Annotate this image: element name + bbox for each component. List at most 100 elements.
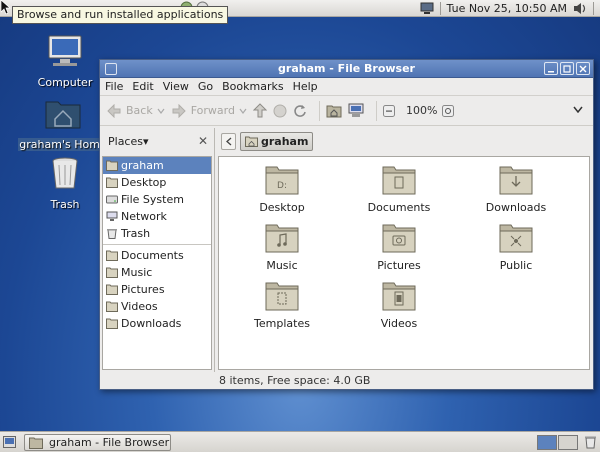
menu-view[interactable]: View [163, 80, 189, 93]
sidebar-item-label: Trash [121, 227, 151, 240]
path-back-button[interactable] [221, 132, 236, 150]
zoom-out-icon [382, 104, 395, 117]
home-button[interactable] [326, 104, 342, 118]
file-item-public[interactable]: Public [466, 221, 566, 272]
reload-button[interactable] [293, 104, 307, 118]
window-title: graham - File Browser [278, 62, 415, 75]
workspace-2[interactable] [558, 435, 578, 450]
sidebar-item-network[interactable]: Network [103, 208, 211, 225]
volume-icon[interactable] [573, 2, 587, 15]
file-item-templates[interactable]: Templates [232, 279, 332, 330]
close-sidebar-button[interactable]: ✕ [198, 134, 208, 148]
sidebar-item-label: File System [121, 193, 184, 206]
icon-view[interactable]: D: Desktop Documents Downloads Music Pic… [218, 156, 590, 370]
public-folder-icon [499, 224, 533, 253]
videos-folder-icon [382, 282, 416, 311]
forward-button[interactable]: Forward [171, 103, 247, 118]
zoom-out-button[interactable] [382, 104, 395, 117]
top-panel: Tue Nov 25, 10:50 AM Browse and run inst… [0, 0, 600, 24]
file-item-documents[interactable]: Documents [349, 163, 449, 214]
drive-icon [106, 195, 118, 204]
menu-edit[interactable]: Edit [132, 80, 153, 93]
sidebar-item-videos[interactable]: Videos [103, 298, 211, 315]
sidebar-item-graham[interactable]: graham [103, 157, 211, 174]
sidebar: Places▾ ✕ graham Desktop File System Net… [100, 128, 215, 372]
home-folder-icon [245, 136, 258, 147]
chevron-down-icon[interactable] [573, 106, 583, 113]
file-item-label: Desktop [259, 201, 305, 214]
sidebar-item-label: Documents [121, 249, 184, 262]
titlebar[interactable]: graham - File Browser [100, 60, 593, 78]
window-menu-button[interactable] [105, 63, 117, 75]
close-icon [579, 65, 587, 72]
stop-button[interactable] [273, 104, 287, 118]
workspace-1[interactable] [537, 435, 557, 450]
computer-icon [348, 103, 364, 117]
desktop-icon-trash[interactable]: Trash [20, 154, 110, 211]
taskbar-item-label: graham - File Browser [49, 436, 170, 449]
trash-icon[interactable] [584, 435, 597, 449]
desktop-icon-computer[interactable]: Computer [20, 32, 110, 89]
file-item-pictures[interactable]: Pictures [349, 221, 449, 272]
sidebar-item-music[interactable]: Music [103, 264, 211, 281]
menu-file[interactable]: File [105, 80, 123, 93]
sidebar-item-label: Videos [121, 300, 158, 313]
close-button[interactable] [576, 62, 590, 75]
desktop-icon-label: graham's Home [18, 138, 108, 151]
menu-help[interactable]: Help [293, 80, 318, 93]
places-dropdown[interactable]: Places▾ [108, 135, 149, 148]
window-controls [544, 62, 590, 75]
network-icon [106, 211, 118, 221]
documents-folder-icon [382, 166, 416, 195]
chevron-left-icon [225, 137, 231, 145]
up-button[interactable] [252, 103, 267, 118]
menu-bookmarks[interactable]: Bookmarks [222, 80, 283, 93]
reload-icon [294, 104, 306, 117]
network-icon[interactable] [420, 2, 434, 15]
toolbar: Back Forward 100% [100, 96, 593, 126]
menu-go[interactable]: Go [198, 80, 213, 93]
sidebar-item-label: Network [121, 210, 167, 223]
file-item-desktop[interactable]: D: Desktop [232, 163, 332, 214]
show-desktop-icon[interactable] [3, 436, 16, 448]
stop-icon [273, 104, 287, 117]
sidebar-header: Places▾ ✕ [100, 128, 214, 154]
file-item-label: Public [499, 259, 533, 272]
sidebar-item-file-system[interactable]: File System [103, 191, 211, 208]
desktop-icon-label: Trash [50, 198, 80, 211]
desktop-folder-icon: D: [265, 166, 299, 195]
file-browser-window: graham - File Browser File Edit View Go … [99, 59, 594, 390]
breadcrumb-label: graham [261, 134, 309, 148]
taskbar-item-file-browser[interactable]: graham - File Browser [24, 434, 171, 451]
clock[interactable]: Tue Nov 25, 10:50 AM [447, 2, 567, 15]
arrow-up-icon [252, 103, 267, 118]
status-bar: 8 items, Free space: 4.0 GB [219, 374, 371, 387]
sidebar-item-trash[interactable]: Trash [103, 225, 211, 242]
file-item-music[interactable]: Music [232, 221, 332, 272]
file-item-label: Videos [380, 317, 418, 330]
file-item-downloads[interactable]: Downloads [466, 163, 566, 214]
breadcrumb-graham[interactable]: graham [240, 131, 314, 151]
arrow-left-icon [107, 103, 121, 118]
sidebar-item-documents[interactable]: Documents [103, 247, 211, 264]
desktop-icon-home[interactable]: graham's Home [18, 94, 108, 151]
content-area: Places▾ ✕ graham Desktop File System Net… [100, 128, 593, 372]
zoom-in-button[interactable] [442, 104, 455, 117]
back-button[interactable]: Back [106, 103, 165, 118]
sidebar-item-desktop[interactable]: Desktop [103, 174, 211, 191]
desktop-icon-label: Computer [37, 76, 93, 89]
minimize-button[interactable] [544, 62, 558, 75]
maximize-button[interactable] [560, 62, 574, 75]
sidebar-item-pictures[interactable]: Pictures [103, 281, 211, 298]
file-item-label: Music [266, 259, 298, 272]
pictures-folder-icon [382, 224, 416, 253]
chevron-down-icon [157, 108, 165, 114]
sidebar-item-downloads[interactable]: Downloads [103, 315, 211, 332]
tooltip: Browse and run installed applications [12, 6, 229, 24]
computer-button[interactable] [348, 103, 364, 118]
tray: Tue Nov 25, 10:50 AM [420, 0, 594, 17]
file-item-videos[interactable]: Videos [349, 279, 449, 330]
path-bar: graham [216, 128, 593, 154]
folder-icon [106, 318, 118, 329]
folder-icon [106, 250, 118, 261]
